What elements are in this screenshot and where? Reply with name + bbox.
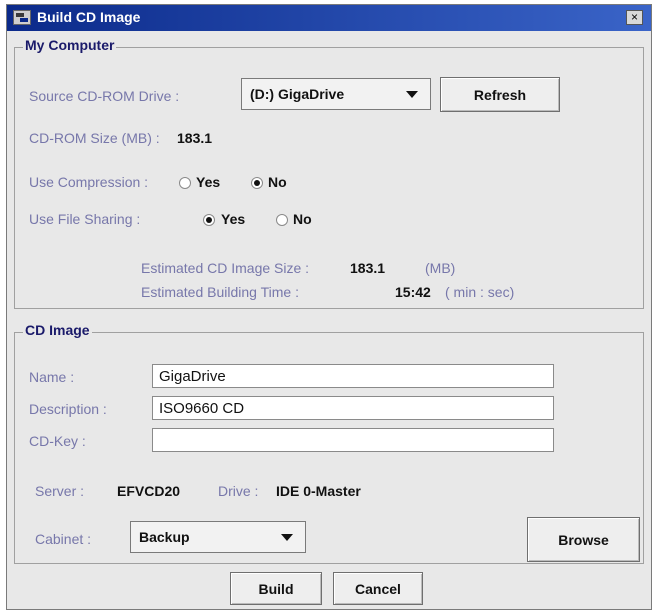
server-label: Server : <box>35 483 85 499</box>
chevron-down-icon <box>281 534 293 541</box>
cabinet-label: Cabinet : <box>35 531 92 547</box>
title-bar[interactable]: Build CD Image × <box>7 5 651 31</box>
chevron-down-icon <box>406 91 418 98</box>
window-title: Build CD Image <box>37 9 141 25</box>
cd-image-group: CD Image Name : Description : CD-Key : S… <box>14 322 644 564</box>
compression-no-radio[interactable] <box>251 177 263 189</box>
file-sharing-no-label[interactable]: No <box>293 211 312 227</box>
estimated-time-value: 15:42 <box>395 284 431 300</box>
compression-yes-radio[interactable] <box>179 177 191 189</box>
name-field[interactable] <box>152 364 554 388</box>
build-cd-image-dialog: Build CD Image × My Computer Source CD-R… <box>6 4 652 610</box>
cd-drive-icon <box>13 10 31 25</box>
file-sharing-no-radio[interactable] <box>276 214 288 226</box>
close-button[interactable]: × <box>626 10 643 25</box>
refresh-button[interactable]: Refresh <box>440 77 560 112</box>
browse-button[interactable]: Browse <box>527 517 640 562</box>
estimated-size-label: Estimated CD Image Size : <box>141 260 310 276</box>
cancel-button[interactable]: Cancel <box>333 572 423 605</box>
my-computer-group: My Computer Source CD-ROM Drive : (D:) G… <box>14 37 644 309</box>
description-label: Description : <box>29 401 107 417</box>
cabinet-select[interactable]: Backup <box>130 521 306 553</box>
estimated-size-unit: (MB) <box>425 260 456 276</box>
drive-label: Drive : <box>218 483 259 499</box>
name-label: Name : <box>29 369 75 385</box>
compression-no-label[interactable]: No <box>268 174 287 190</box>
source-drive-label: Source CD-ROM Drive : <box>29 88 180 104</box>
file-sharing-yes-radio[interactable] <box>203 214 215 226</box>
cabinet-value: Backup <box>139 529 190 545</box>
compression-label: Use Compression : <box>29 174 149 190</box>
estimated-time-label: Estimated Building Time : <box>141 284 299 300</box>
server-value: EFVCD20 <box>117 483 181 499</box>
file-sharing-label: Use File Sharing : <box>29 211 141 227</box>
estimated-size-value: 183.1 <box>350 260 386 276</box>
estimated-time-unit: ( min : sec) <box>445 284 515 300</box>
cd-key-label: CD-Key : <box>29 433 86 449</box>
build-button[interactable]: Build <box>230 572 322 605</box>
drive-value: IDE 0-Master <box>276 483 361 499</box>
source-drive-select[interactable]: (D:) GigaDrive <box>241 78 431 110</box>
file-sharing-yes-label[interactable]: Yes <box>221 211 245 227</box>
cdrom-size-value: 183.1 <box>177 130 213 146</box>
description-field[interactable] <box>152 396 554 420</box>
cd-key-field[interactable] <box>152 428 554 452</box>
my-computer-group-label: My Computer <box>23 37 117 53</box>
source-drive-value: (D:) GigaDrive <box>250 86 345 102</box>
compression-yes-label[interactable]: Yes <box>196 174 220 190</box>
cd-image-group-label: CD Image <box>23 322 92 338</box>
cdrom-size-label: CD-ROM Size (MB) : <box>29 130 160 146</box>
